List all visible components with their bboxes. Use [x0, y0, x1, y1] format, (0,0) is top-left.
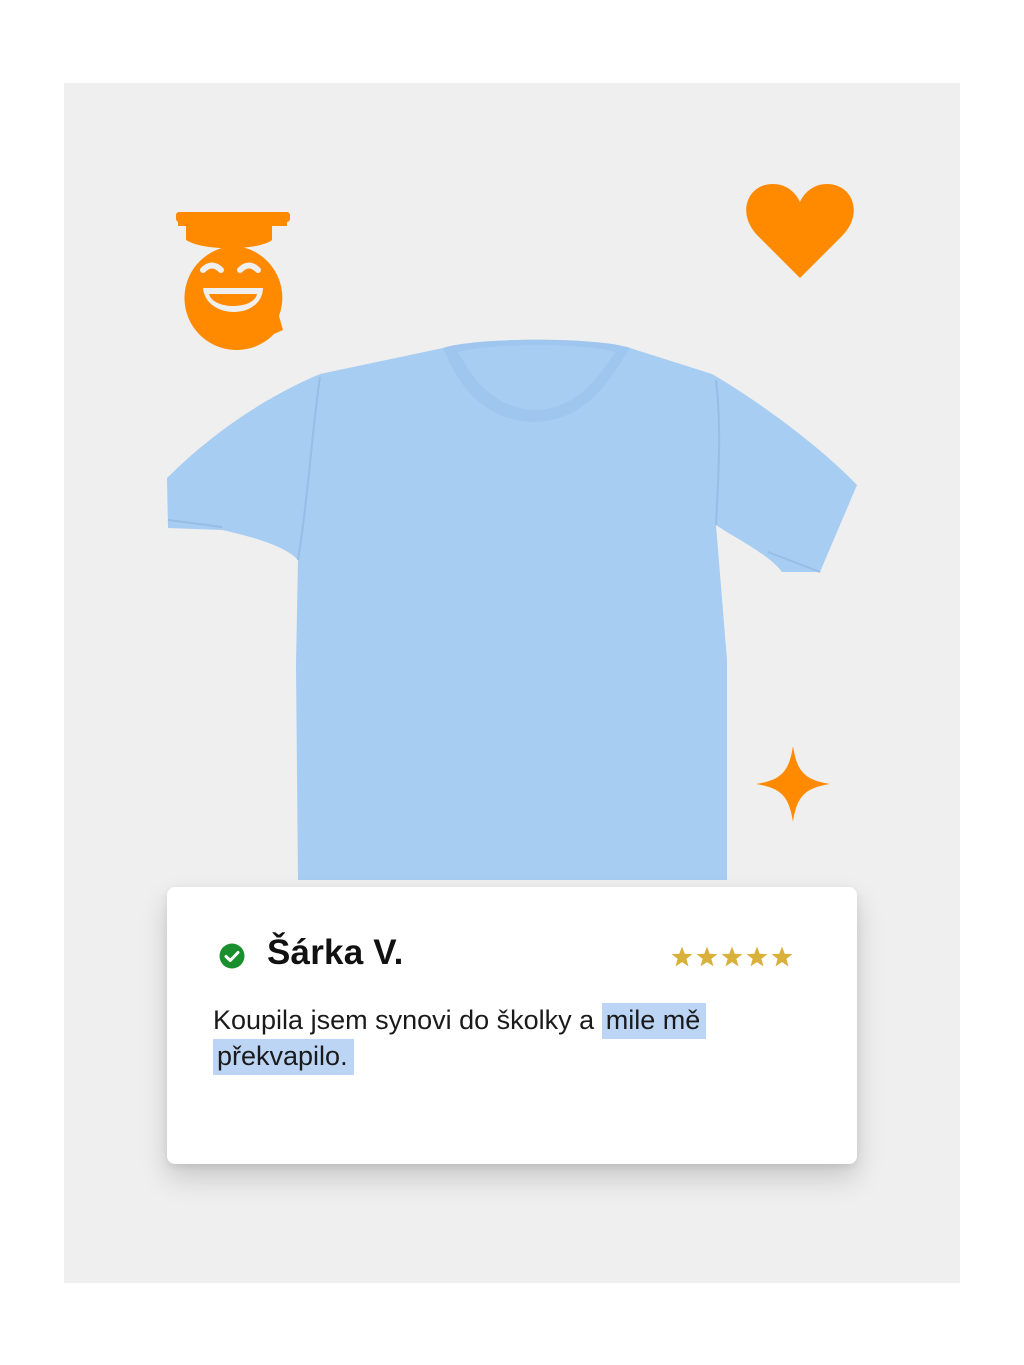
- review-text-plain: Koupila jsem synovi do školky a: [213, 1005, 595, 1035]
- star-icon: [721, 946, 743, 967]
- heart-icon: [746, 184, 854, 278]
- star-icon: [671, 946, 693, 967]
- review-text-highlight: překvapilo.: [213, 1039, 354, 1075]
- star-rating: [671, 946, 793, 967]
- star-icon: [771, 946, 793, 967]
- star-icon: [696, 946, 718, 967]
- review-text: Koupila jsem synovi do školky a mile mě …: [213, 1002, 813, 1075]
- star-icon: [746, 946, 768, 967]
- graduation-smiley-icon: [176, 212, 290, 350]
- tshirt-image: [167, 339, 857, 880]
- sparkle-icon: [756, 746, 830, 822]
- review-text-highlight: mile mě: [601, 1003, 707, 1039]
- verified-check-icon: [219, 943, 245, 969]
- reviewer-name: Šárka V.: [267, 933, 404, 972]
- review-card: Šárka V. Koupila jsem synovi do školky a…: [167, 887, 857, 1164]
